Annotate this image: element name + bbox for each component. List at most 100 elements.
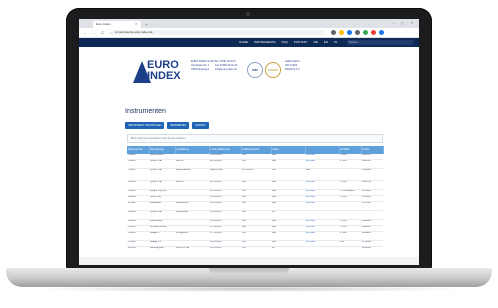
address-bar[interactable]: ● instrumente.euro-index.de — [111, 30, 325, 35]
column-header[interactable]: Kunde — [361, 146, 384, 154]
table-header-row: Seriennummer Bezeichnung Ausstattung Letzte… — [127, 146, 384, 154]
site-top-nav: HOME INSTRUMENTE FAQ KONTAKT DE EN PL Suchen … — [79, 38, 419, 47]
column-header[interactable]: Bezeichnung — [149, 146, 176, 154]
table-cell: Q-MAX Cal — [149, 168, 175, 181]
table-cell — [361, 210, 383, 220]
site-header: EURO INDEX EURO INDEX GmbH Carl-Zeiss-St… — [79, 47, 419, 97]
table-cell: Kompressor — [175, 210, 209, 220]
address-block-1: EURO INDEX GmbH Carl-Zeiss-Str. 1 75031 … — [191, 60, 215, 71]
table-row[interactable]: 763801 Q-MAX Cal Mini 14 22.10.2019 365 Aus Ze… — [127, 159, 383, 169]
action-buttons: INSTRUMENT HINZUFÜGEN BEARBEITEN EXPORT — [125, 122, 209, 129]
laptop: Euro Index ✕ + – ▢ ✕ ← → C ⌂ ● instrumen… — [0, 0, 498, 308]
new-tab-button[interactable]: + — [145, 21, 147, 28]
window-controls[interactable]: – ▢ ✕ — [392, 20, 416, 27]
table-row[interactable]: 519996 Q-MAX Cal Kompressor 18.10.2019 365 Ja — [127, 210, 383, 220]
table-cell: 0456781 — [361, 159, 383, 169]
table-cell: PT106 — [339, 231, 361, 241]
site-search-input[interactable]: Suchen … — [347, 40, 413, 45]
certificate-link[interactable]: Zertifikat — [305, 201, 339, 211]
extension-icon[interactable] — [371, 30, 376, 35]
column-header[interactable]: Kalibrierintervall — [241, 146, 272, 154]
table-cell: 21.10.2019 — [209, 180, 241, 190]
table-cell: Waage 3 — [149, 231, 175, 241]
table-cell: 0456792 — [361, 180, 383, 190]
action-button[interactable]: EXPORT — [192, 122, 209, 129]
extension-icon[interactable] — [363, 30, 368, 35]
extension-icon[interactable] — [379, 30, 384, 35]
table-cell: Sensor Auto — [209, 168, 241, 181]
table-body: 743856 Mess-Gerät 3 23.10.2019 365 Aus Zertif… — [127, 154, 383, 259]
column-header[interactable]: Seriennummer — [127, 146, 150, 154]
extension-icon[interactable] — [339, 30, 344, 35]
table-row[interactable]: 710043 Waage 3 Prüfgewicht 17.10.2019 365 Aus… — [127, 231, 383, 241]
action-button[interactable]: BEARBEITEN — [167, 122, 190, 129]
euro-index-logo[interactable]: EURO INDEX — [133, 57, 181, 87]
table-cell: 365 — [241, 231, 271, 241]
logo-text-bottom: INDEX — [147, 70, 181, 82]
laptop-lid: Euro Index ✕ + – ▢ ✕ ← → C ⌂ ● instrumen… — [66, 8, 432, 270]
extension-icons — [331, 30, 384, 35]
table-cell: 21.10.2019 — [241, 168, 271, 181]
table-cell: 752897 — [127, 168, 149, 181]
column-header[interactable]: Ausstattung — [175, 146, 210, 154]
certificate-link[interactable]: Zertifikat — [305, 159, 339, 169]
opening-notch — [209, 268, 289, 274]
site-nav-item[interactable]: HOME — [239, 40, 248, 44]
table-cell: 0458802 — [361, 168, 383, 181]
table-cell: 365 — [271, 168, 305, 181]
page-title: Instrumenten — [125, 108, 166, 115]
instruments-table: Seriennummer Bezeichnung Ausstattung Letzte… — [127, 146, 384, 259]
table-cell: 365 — [241, 201, 271, 211]
table-cell: 22.10.2019 — [209, 159, 241, 169]
column-header[interactable]: Zertifikat — [339, 146, 362, 154]
table-cell: Prüfgewicht — [175, 231, 209, 241]
table-cell: Aus — [271, 201, 305, 211]
table-cell: Aus — [271, 159, 305, 169]
table-cell: Aus — [271, 231, 305, 241]
column-header[interactable]: Status — [271, 146, 306, 154]
table-cell — [339, 168, 361, 181]
tab-bar: Euro Index ✕ + – ▢ ✕ — [79, 19, 419, 28]
extension-icon[interactable] — [347, 30, 352, 35]
nav-buttons[interactable]: ← → C ⌂ — [83, 28, 114, 37]
table-cell: PT101 — [339, 159, 361, 169]
site-nav-item[interactable]: EN — [324, 40, 328, 44]
site-nav-items: HOME INSTRUMENTE FAQ KONTAKT DE EN PL — [239, 38, 344, 47]
table-cell — [339, 210, 361, 220]
table-row[interactable]: 784563 Q-MAX Cal Mini 14 21.10.2019 365 Aus Ze… — [127, 180, 383, 190]
certificate-link[interactable]: Zertifikat — [305, 180, 339, 190]
column-header[interactable] — [305, 146, 340, 154]
site-nav-item[interactable]: INSTRUMENTE — [254, 40, 276, 44]
filter-box[interactable]: Bitte Instrument auswählen oder Suche ei… — [127, 134, 383, 143]
table-cell: Mini 14 — [175, 180, 209, 190]
table-cell: Standard 22 — [175, 201, 209, 211]
table-cell: 19.10.2019 — [209, 201, 241, 211]
site-nav-item[interactable]: PL — [334, 40, 338, 44]
table-cell: Mini 14 — [175, 159, 209, 169]
table-cell: Mess-Kalibrier — [175, 168, 209, 181]
table-row[interactable]: 752897 Q-MAX Cal Mess-Kalibrier Sensor Auto… — [127, 168, 383, 181]
close-tab-icon[interactable]: ✕ — [135, 21, 138, 28]
site-nav-item[interactable]: KONTAKT — [294, 40, 308, 44]
table-row[interactable]: 674923 Messkoffer Standard 22 19.10.2019 365… — [127, 201, 383, 211]
address-block-2: Tel. 07262 92 02 0 Fax 07262 92 02 22 in… — [215, 60, 238, 71]
camera — [246, 12, 250, 16]
browser-toolbar: ← → C ⌂ ● instrumente.euro-index.de — [79, 28, 419, 38]
table-cell: Ja — [271, 210, 305, 220]
address-block-3: Kalibrierlabor ISO 17025 DAkkS D-K-1 — [285, 60, 300, 71]
browser-tab[interactable]: Euro Index — [93, 21, 141, 28]
site-nav-item[interactable]: FAQ — [282, 40, 288, 44]
din-badge-icon: DIN — [247, 62, 263, 78]
table-cell: Q-MAX Cal — [149, 210, 175, 220]
action-button[interactable]: INSTRUMENT HINZUFÜGEN — [125, 122, 165, 129]
table-cell: 365 — [241, 159, 271, 169]
site-nav-item[interactable]: DE — [314, 40, 318, 44]
certificate-link[interactable]: Zertifikat — [305, 231, 339, 241]
column-header[interactable]: Letzte Kalibrierung — [209, 146, 242, 154]
table-cell: 674923 — [127, 201, 149, 211]
extension-icon[interactable] — [355, 30, 360, 35]
extension-icon[interactable] — [331, 30, 336, 35]
laptop-shadow — [30, 286, 468, 292]
table-cell: 784563 — [127, 180, 149, 190]
table-cell: Q-MAX Cal — [149, 159, 175, 169]
